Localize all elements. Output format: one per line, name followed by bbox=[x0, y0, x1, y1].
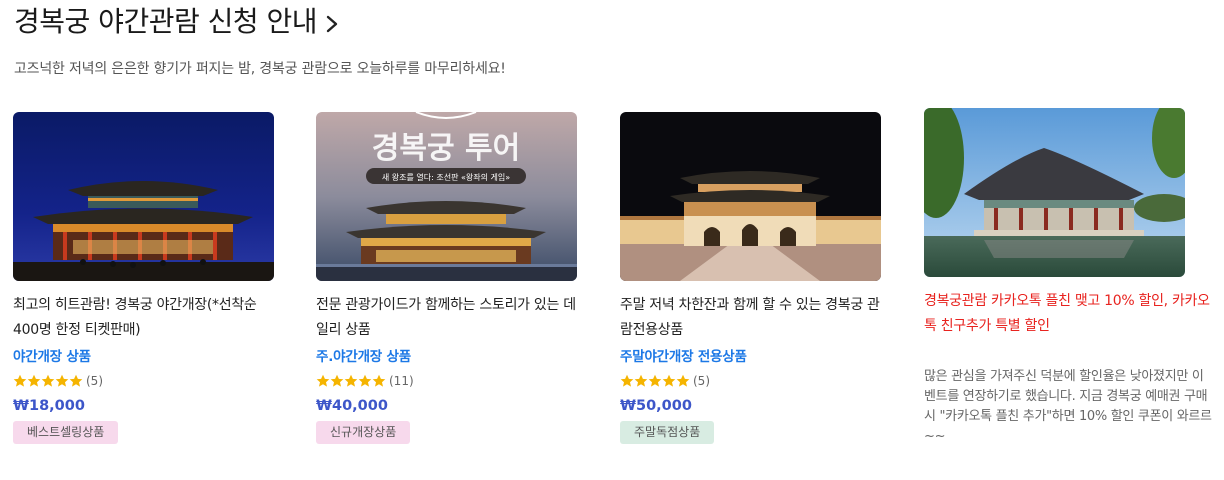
product-title[interactable]: 주말 저녁 차한잔과 함께 할 수 있는 경복궁 관람전용상품 bbox=[620, 293, 882, 343]
product-rating: (5) bbox=[13, 371, 275, 391]
product-badge: 베스트셀링상품 bbox=[13, 421, 119, 444]
star-icon bbox=[316, 374, 330, 387]
star-icon bbox=[620, 374, 634, 387]
promo-image-pavilion[interactable] bbox=[924, 108, 1185, 277]
product-image-gate-night[interactable] bbox=[620, 112, 881, 281]
rating-stars bbox=[316, 374, 386, 388]
star-icon bbox=[676, 374, 690, 387]
product-price: ₩18,000 bbox=[13, 398, 85, 414]
page-subtitle: 고즈넉한 저녁의 은은한 향기가 퍼지는 밤, 경복궁 관람으로 오늘하루를 마… bbox=[14, 61, 506, 77]
product-rating: (5) bbox=[620, 371, 882, 391]
star-icon bbox=[662, 374, 676, 387]
product-image-tour-poster[interactable]: 경복궁 투어 새 왕조를 열다: 조선판 «왕좌의 게임» bbox=[316, 112, 577, 281]
rating-stars bbox=[620, 374, 690, 388]
chevron-right-icon[interactable] bbox=[323, 13, 341, 35]
star-icon bbox=[27, 374, 41, 387]
poster-caption: 새 왕조를 열다: 조선판 «왕좌의 게임» bbox=[382, 172, 510, 182]
star-icon bbox=[358, 374, 372, 387]
product-category-link[interactable]: 주.야간개장 상품 bbox=[316, 346, 578, 368]
product-image-night-palace[interactable] bbox=[13, 112, 274, 281]
product-category-link[interactable]: 야간개장 상품 bbox=[13, 346, 275, 368]
page-title[interactable]: 경복궁 야간관람 신청 안내 bbox=[14, 2, 318, 42]
promo-description: 많은 관심을 가져주신 덕분에 할인율은 낮아졌지만 이벤트를 연장하기로 했습… bbox=[924, 369, 1212, 444]
poster-headline: 경복궁 투어 bbox=[372, 131, 520, 166]
product-card[interactable]: 주말 저녁 차한잔과 함께 할 수 있는 경복궁 관람전용상품 주말야간개장 전… bbox=[620, 112, 882, 444]
star-icon bbox=[41, 374, 55, 387]
star-icon bbox=[344, 374, 358, 387]
product-title[interactable]: 최고의 히트관람! 경복궁 야간개장(*선착순 400명 한정 티켓판매) bbox=[13, 293, 275, 343]
product-rating: (11) bbox=[316, 371, 578, 391]
product-card[interactable]: 경복궁 투어 새 왕조를 열다: 조선판 «왕좌의 게임» 전문 관광가이드가 … bbox=[316, 112, 578, 444]
review-count: (11) bbox=[389, 374, 414, 388]
star-icon bbox=[13, 374, 27, 387]
star-icon bbox=[330, 374, 344, 387]
product-badge: 주말독점상품 bbox=[620, 421, 715, 444]
product-price: ₩40,000 bbox=[316, 398, 388, 414]
review-count: (5) bbox=[86, 374, 103, 388]
page-header[interactable]: 경복궁 야간관람 신청 안내 bbox=[14, 2, 341, 42]
star-icon bbox=[372, 374, 386, 387]
product-category-link[interactable]: 주말야간개장 전용상품 bbox=[620, 346, 882, 368]
star-icon bbox=[55, 374, 69, 387]
product-card[interactable]: 최고의 히트관람! 경복궁 야간개장(*선착순 400명 한정 티켓판매) 야간… bbox=[13, 112, 275, 444]
promo-card[interactable]: 경복궁관람 카카오톡 플친 맺고 10% 할인, 카카오톡 친구추가 특별 할인… bbox=[924, 108, 1214, 447]
star-icon bbox=[648, 374, 662, 387]
promo-title[interactable]: 경복궁관람 카카오톡 플친 맺고 10% 할인, 카카오톡 친구추가 특별 할인 bbox=[924, 289, 1214, 339]
rating-stars bbox=[13, 374, 83, 388]
product-title[interactable]: 전문 관광가이드가 함께하는 스토리가 있는 데일리 상품 bbox=[316, 293, 578, 343]
product-badge: 신규개장상품 bbox=[316, 421, 411, 444]
product-price: ₩50,000 bbox=[620, 398, 692, 414]
star-icon bbox=[634, 374, 648, 387]
review-count: (5) bbox=[693, 374, 710, 388]
star-icon bbox=[69, 374, 83, 387]
